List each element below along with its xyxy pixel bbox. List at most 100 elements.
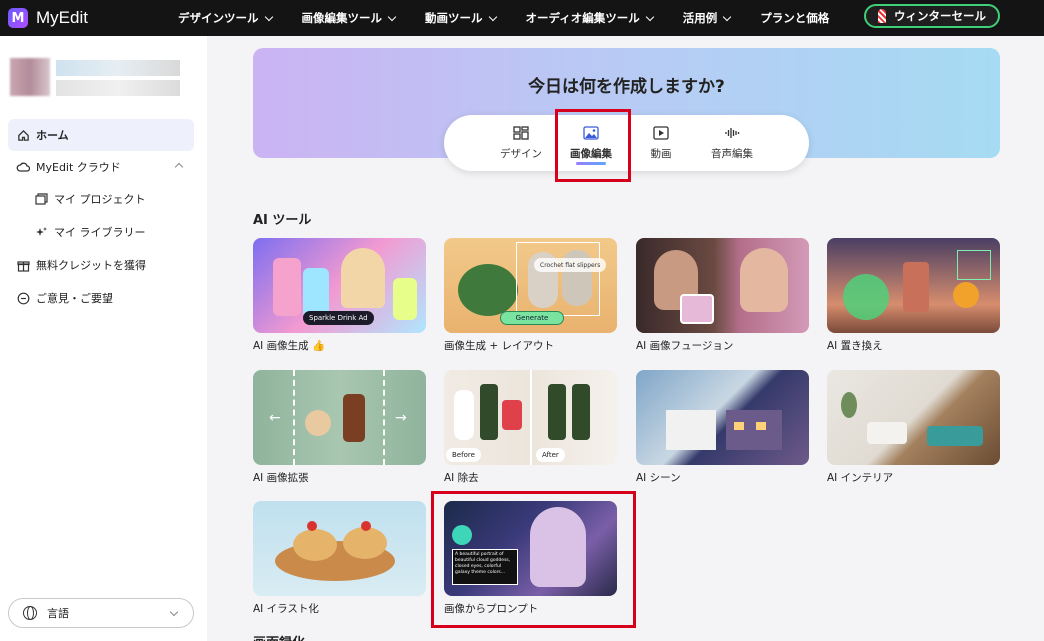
sidebar-item-my-library[interactable]: マイ ライブラリー bbox=[8, 216, 194, 248]
tab-design[interactable]: デザイン bbox=[486, 115, 556, 171]
home-icon bbox=[16, 128, 30, 142]
user-profile-blurred[interactable] bbox=[10, 58, 180, 102]
bottle-shape bbox=[343, 394, 365, 442]
nav-label: デザインツール bbox=[178, 11, 259, 25]
vase-shape bbox=[454, 390, 474, 440]
user-email-blurred bbox=[56, 80, 180, 96]
perfume-bottle-shape bbox=[903, 262, 929, 312]
fusion-thumbnail bbox=[680, 294, 714, 324]
sale-button-label: ウィンターセール bbox=[894, 9, 986, 23]
sidebar-item-home[interactable]: ホーム bbox=[8, 119, 194, 151]
tool-thumbnail: ← → bbox=[253, 370, 426, 465]
bottle-shape bbox=[548, 384, 566, 440]
nav-use-cases[interactable]: 活用例 bbox=[682, 10, 732, 26]
tool-card-label: AI 画像フュージョン bbox=[636, 340, 734, 352]
before-label: Before bbox=[446, 448, 481, 462]
nav-audio-tools[interactable]: オーディオ編集ツール bbox=[525, 10, 654, 26]
nav-label: 活用例 bbox=[682, 11, 718, 25]
nav-pricing[interactable]: プランと価格 bbox=[760, 10, 829, 26]
section-title-ai-tools: AI ツール bbox=[253, 213, 312, 228]
tool-card-label: AI 画像拡張 bbox=[253, 472, 309, 484]
tab-label: 動画 bbox=[650, 147, 672, 160]
top-navigation-bar: M MyEdit デザインツール 画像編集ツール 動画ツール オーディオ編集ツー… bbox=[0, 0, 1044, 36]
sidebar-item-label: マイ プロジェクト bbox=[54, 193, 146, 206]
nav-label: 画像編集ツール bbox=[301, 11, 383, 25]
sidebar-item-cloud[interactable]: MyEdit クラウド bbox=[8, 151, 194, 183]
sidebar-item-label: ホーム bbox=[36, 129, 69, 142]
nav-design-tools[interactable]: デザインツール bbox=[178, 10, 273, 26]
folder-icon bbox=[34, 192, 48, 206]
sidebar-item-label: 無料クレジットを獲得 bbox=[36, 259, 146, 272]
language-label: 言語 bbox=[47, 607, 69, 620]
sidebar-item-feedback[interactable]: ご意見・ご要望 bbox=[8, 282, 194, 314]
tool-card-label: 画像生成 + レイアウト bbox=[444, 340, 554, 352]
sidebar-item-label: ご意見・ご要望 bbox=[36, 292, 113, 305]
generate-badge: Generate bbox=[500, 311, 564, 325]
tool-card-image-generation-layout[interactable]: Crochet flat slippers Generate 画像生成 + レイ… bbox=[444, 238, 617, 353]
feedback-icon bbox=[16, 291, 30, 305]
tool-card-label: AI イラスト化 bbox=[253, 603, 319, 615]
tool-card-label: AI 置き換え bbox=[827, 340, 883, 352]
window-light bbox=[756, 422, 766, 430]
tool-thumbnail bbox=[827, 238, 1000, 333]
app-name: MyEdit bbox=[36, 8, 88, 27]
flower-shape bbox=[953, 282, 979, 308]
nav-label: プランと価格 bbox=[760, 11, 830, 25]
selection-frame bbox=[957, 250, 991, 280]
gift-icon bbox=[16, 258, 30, 272]
cloud-icon bbox=[16, 160, 30, 174]
tab-audio-editing[interactable]: 音声編集 bbox=[697, 115, 767, 171]
tool-card-label: AI 除去 bbox=[444, 472, 479, 484]
face-shape bbox=[740, 248, 788, 312]
sidebar-item-free-credits[interactable]: 無料クレジットを獲得 bbox=[8, 249, 194, 281]
app-logo[interactable]: M MyEdit bbox=[8, 8, 158, 28]
after-label: After bbox=[536, 448, 565, 462]
tool-card-label: AI 画像生成 👍 bbox=[253, 340, 326, 352]
sidebar-item-label: MyEdit クラウド bbox=[36, 161, 121, 174]
tool-card-ai-scene[interactable]: AI シーン bbox=[636, 370, 809, 485]
chevron-up-icon[interactable] bbox=[174, 162, 184, 172]
removal-mask bbox=[502, 400, 522, 430]
nav-video-tools[interactable]: 動画ツール bbox=[425, 10, 497, 26]
tool-card-ai-illustration[interactable]: AI イラスト化 bbox=[253, 501, 426, 616]
section-title-next: 画面録化 bbox=[253, 632, 305, 641]
tool-card-ai-interior[interactable]: AI インテリア bbox=[827, 370, 1000, 485]
language-button[interactable]: 言語 bbox=[8, 598, 194, 628]
prompt-badge: Sparkle Drink Ad bbox=[303, 311, 374, 325]
strawberry-shape bbox=[361, 521, 371, 531]
strawberry-shape bbox=[307, 521, 317, 531]
winter-sale-button[interactable]: ウィンターセール bbox=[864, 4, 1000, 28]
chevron-down-icon bbox=[387, 12, 397, 21]
tab-video[interactable]: 動画 bbox=[626, 115, 696, 171]
candy-cane-icon bbox=[878, 9, 886, 23]
tool-thumbnail bbox=[636, 370, 809, 465]
arrow-left-icon: ← bbox=[269, 410, 281, 426]
tool-thumbnail bbox=[827, 370, 1000, 465]
hero-title: 今日は何を作成しますか? bbox=[528, 77, 725, 97]
tool-card-label: AI インテリア bbox=[827, 472, 894, 484]
nav-label: オーディオ編集ツール bbox=[525, 11, 640, 25]
pastry-shape bbox=[343, 527, 387, 559]
nav-label: 動画ツール bbox=[425, 11, 483, 25]
user-name-blurred bbox=[56, 60, 180, 76]
prompt-caption: Crochet flat slippers bbox=[534, 258, 607, 272]
plant-shape bbox=[841, 392, 857, 418]
bottle-shape bbox=[393, 278, 417, 320]
nav-image-tools[interactable]: 画像編集ツール bbox=[301, 10, 397, 26]
tool-card-ai-image-generation[interactable]: Sparkle Drink Ad AI 画像生成 👍 bbox=[253, 238, 426, 353]
tool-card-ai-image-fusion[interactable]: AI 画像フュージョン bbox=[636, 238, 809, 353]
design-icon bbox=[513, 125, 529, 140]
globe-icon bbox=[23, 606, 37, 620]
tool-card-ai-image-expand[interactable]: ← → AI 画像拡張 bbox=[253, 370, 426, 485]
tool-card-ai-replace[interactable]: AI 置き換え bbox=[827, 238, 1000, 353]
chair-shape bbox=[867, 422, 907, 444]
bottle-shape bbox=[572, 384, 590, 440]
tab-label: デザイン bbox=[500, 147, 542, 160]
sidebar-item-my-projects[interactable]: マイ プロジェクト bbox=[8, 183, 194, 215]
chevron-down-icon bbox=[488, 12, 497, 21]
sparkle-icon bbox=[34, 225, 48, 239]
chevron-down-icon bbox=[645, 12, 654, 21]
candle-shape bbox=[305, 410, 331, 436]
tool-card-ai-remove[interactable]: Before After AI 除去 bbox=[444, 370, 617, 485]
house-night-shape bbox=[726, 410, 782, 450]
